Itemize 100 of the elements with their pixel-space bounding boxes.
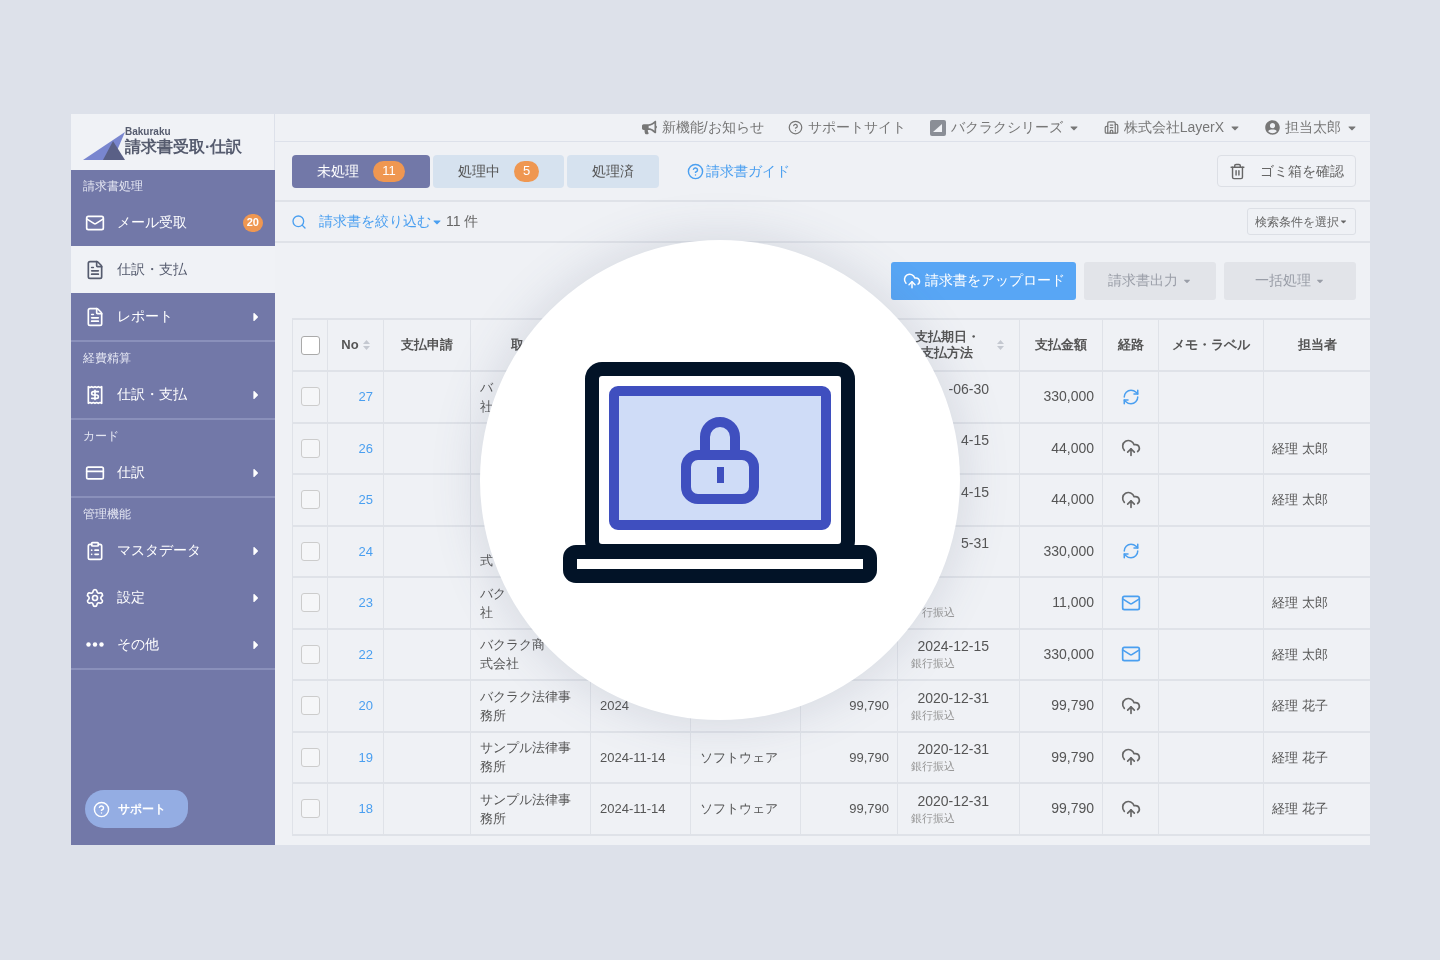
sidebar-item-icon	[85, 384, 105, 405]
sidebar-item[interactable]: その他	[71, 621, 275, 668]
assignee-name: 経理 太郎	[1272, 439, 1328, 458]
vendor-name: 務所	[480, 758, 507, 777]
sidebar-item-icon	[85, 259, 105, 280]
sync-icon	[1121, 387, 1140, 406]
sidebar-item-icon	[85, 587, 105, 608]
due-date: 4-15	[959, 482, 989, 501]
invoice-date: 2024	[600, 697, 629, 715]
invoice-number-link[interactable]: 23	[358, 593, 373, 613]
search-icon[interactable]	[291, 213, 307, 230]
category-text: ソフトウェア	[700, 748, 778, 767]
due-date: 2020-12-31	[916, 688, 989, 707]
vendor-name: 務所	[480, 706, 507, 725]
count-badge: 5	[513, 160, 540, 182]
assignee-name: 経理 花子	[1272, 800, 1328, 818]
vendor-name: 社	[480, 603, 494, 622]
due-date: 2024-12-15	[916, 637, 989, 656]
row-checkbox[interactable]	[300, 593, 320, 613]
due-date: 5-31	[959, 534, 989, 553]
invoice-number-link[interactable]: 27	[358, 387, 373, 407]
support-button[interactable]: サポート	[85, 790, 188, 828]
section-title: カード	[83, 428, 119, 445]
cloud-upload-icon	[902, 271, 921, 290]
due-date: 4-15	[959, 431, 989, 450]
column-header: 経路	[1117, 336, 1144, 354]
search-preset-dropdown[interactable]: 検索条件を選択	[1247, 208, 1356, 235]
row-checkbox[interactable]	[300, 387, 320, 407]
row-checkbox[interactable]	[300, 644, 320, 664]
column-header: 支払金額	[1035, 336, 1087, 354]
sort-icon[interactable]	[362, 340, 370, 350]
invoice-number-link[interactable]: 20	[358, 696, 373, 716]
row-checkbox[interactable]	[300, 490, 320, 510]
section-title: 経費精算	[83, 350, 131, 367]
assignee-name: 経理 太郎	[1272, 491, 1328, 509]
sidebar-item-icon	[85, 306, 105, 327]
cloud-upload-icon	[1120, 747, 1141, 768]
top-nav-link[interactable]: 株式会社LayerX	[1103, 117, 1241, 138]
select-all-checkbox[interactable]	[300, 335, 320, 355]
vendor-name: サンプル法律事	[480, 790, 572, 809]
row-checkbox[interactable]	[300, 541, 320, 561]
status-tab[interactable]: 処理中 5	[433, 154, 564, 188]
due-date: 2020-12-31	[916, 740, 989, 759]
status-tab[interactable]: 未処理 11	[292, 154, 430, 188]
payment-amount: 99,790	[1051, 696, 1094, 716]
invoice-date: 2024-11-14	[600, 748, 666, 767]
payment-amount: 44,000	[1051, 438, 1094, 458]
invoice-number-link[interactable]: 24	[358, 541, 373, 561]
status-tab[interactable]: 処理済	[567, 154, 659, 188]
payment-method: 銀行振込	[910, 810, 955, 826]
top-nav-icon	[641, 120, 657, 135]
amount-text: 99,790	[849, 697, 889, 715]
top-nav-link[interactable]: サポートサイト	[787, 117, 906, 138]
sidebar-item[interactable]: 設定	[71, 574, 275, 621]
top-nav-link[interactable]: バクラクシリーズ	[929, 117, 1080, 138]
sidebar-item[interactable]: レポート	[71, 293, 275, 340]
cloud-upload-icon	[1120, 798, 1141, 819]
mail-icon	[1120, 644, 1141, 665]
invoice-number-link[interactable]: 19	[358, 747, 373, 767]
laptop-lock-icon	[562, 361, 878, 585]
row-checkbox[interactable]	[300, 747, 320, 767]
sidebar-item[interactable]: マスタデータ	[71, 527, 275, 574]
top-nav-link[interactable]: 担当太郎	[1265, 117, 1358, 138]
cloud-upload-icon	[1120, 438, 1141, 459]
vendor-name: サンプル法律事	[480, 739, 572, 758]
invoice-number-link[interactable]: 22	[358, 644, 373, 664]
payment-amount: 99,790	[1051, 799, 1094, 819]
invoice-number-link[interactable]: 25	[358, 490, 373, 510]
row-checkbox[interactable]	[300, 799, 320, 819]
count-badge: 11	[373, 160, 405, 182]
sidebar-item-icon	[85, 540, 105, 561]
vendor-name: バク	[480, 584, 507, 603]
sidebar-item[interactable]: メール受取 20	[71, 199, 275, 246]
action-button[interactable]: 請求書をアップロード	[891, 261, 1076, 300]
top-nav-icon	[1265, 120, 1280, 135]
assignee-name: 経理 花子	[1272, 748, 1328, 767]
vendor-name: バクラク商	[480, 636, 546, 655]
top-nav-icon	[787, 120, 803, 135]
assignee-name: 経理 花子	[1272, 697, 1328, 715]
payment-amount: 99,790	[1051, 747, 1094, 767]
sidebar-item[interactable]: 仕訳・支払	[71, 371, 275, 418]
guide-link[interactable]: 請求書ガイド	[687, 160, 790, 182]
sidebar-item[interactable]: 仕訳	[71, 449, 275, 496]
top-nav-icon	[1103, 120, 1119, 135]
trash-icon	[1229, 162, 1246, 180]
top-nav-link[interactable]: 新機能/お知らせ	[641, 117, 764, 138]
logo-square-icon	[929, 119, 946, 136]
row-checkbox[interactable]	[300, 696, 320, 716]
assignee-name: 経理 太郎	[1272, 645, 1328, 664]
sort-icon[interactable]	[997, 340, 1004, 350]
column-header: 支払申請	[401, 336, 453, 354]
trash-button[interactable]: ゴミ箱を確認	[1217, 155, 1356, 187]
logo-brand: Bakuraku	[125, 127, 172, 137]
invoice-number-link[interactable]: 18	[358, 799, 373, 819]
filter-dropdown[interactable]: 請求書を絞り込む	[319, 211, 443, 232]
row-checkbox[interactable]	[300, 438, 320, 458]
invoice-number-link[interactable]: 26	[358, 438, 373, 458]
sidebar-item[interactable]: 仕訳・支払	[71, 246, 275, 293]
vendor-name: 式	[480, 552, 494, 571]
due-date: -06-30	[947, 379, 989, 398]
